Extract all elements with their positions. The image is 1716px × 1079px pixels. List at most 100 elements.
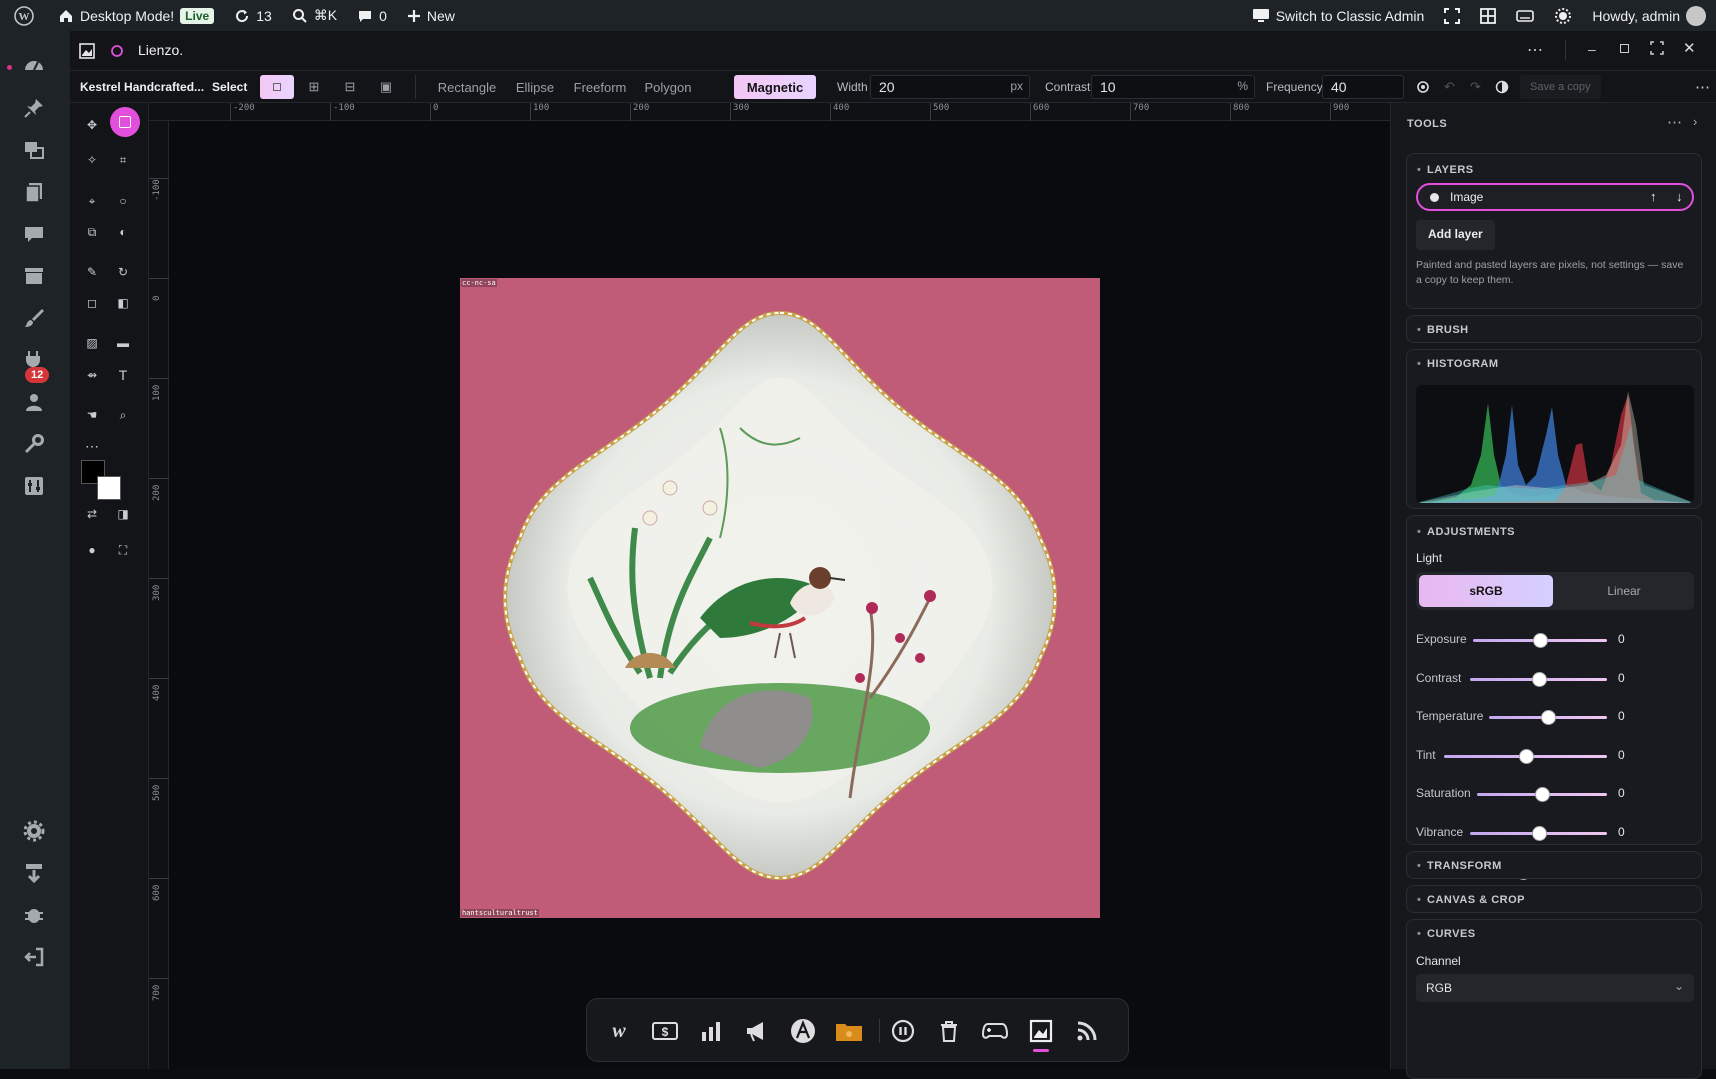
toolbar-more-icon[interactable]: ⋯	[1695, 71, 1710, 103]
fill-icon[interactable]: ◧	[112, 292, 134, 314]
pause-app-icon[interactable]	[889, 1017, 917, 1045]
files-app-icon[interactable]	[835, 1017, 863, 1045]
layers-header[interactable]: LAYERS	[1417, 164, 1474, 176]
keyboard-toggle[interactable]	[1506, 0, 1544, 31]
eyedropper-icon[interactable]: ⌖	[81, 190, 103, 212]
close-icon[interactable]: ✕	[1683, 39, 1696, 57]
crop-tool-icon[interactable]: ⌗	[112, 149, 134, 171]
reset-target-icon[interactable]	[1416, 71, 1430, 103]
slider-knob[interactable]	[1533, 633, 1548, 648]
quick-mask-icon[interactable]: ●	[81, 539, 103, 561]
site-name-link[interactable]: Desktop Mode! Live	[48, 0, 224, 31]
w-app-icon[interactable]: w	[605, 1017, 633, 1045]
light-option-srgb[interactable]: sRGB	[1419, 575, 1553, 607]
mode-polygon[interactable]: Polygon	[640, 75, 696, 99]
minimize-icon[interactable]: –	[1588, 41, 1596, 57]
panel-collapse-icon[interactable]: ›	[1693, 114, 1697, 129]
dodge-burn-icon[interactable]: ◐	[112, 221, 134, 243]
channel-select[interactable]: RGB ⌄	[1416, 974, 1694, 1002]
pin-icon[interactable]	[21, 95, 47, 121]
settings-sliders-icon[interactable]	[21, 473, 47, 499]
transform-section[interactable]: TRANSFORM	[1406, 851, 1702, 879]
billing-app-icon[interactable]: $	[651, 1017, 679, 1045]
mode-magnetic[interactable]: Magnetic	[734, 75, 816, 99]
zoom-tool-icon[interactable]: ⌕	[112, 404, 134, 426]
smudge-icon[interactable]: ⇴	[81, 364, 103, 386]
astro-app-icon[interactable]	[789, 1017, 817, 1045]
pages-icon[interactable]	[21, 179, 47, 205]
mode-rectangle[interactable]: Rectangle	[432, 75, 502, 99]
exit-icon[interactable]	[21, 944, 47, 970]
download-icon[interactable]	[21, 860, 47, 886]
slider-knob[interactable]	[1518, 749, 1534, 764]
users-icon[interactable]	[21, 389, 47, 415]
analytics-app-icon[interactable]	[697, 1017, 725, 1045]
slider-exposure[interactable]: Exposure 0	[1416, 630, 1696, 650]
selection-add-button[interactable]: ⊞	[298, 75, 330, 99]
contrast-input[interactable]: 10%	[1091, 75, 1255, 99]
slider-tint[interactable]: Tint 0	[1416, 746, 1696, 766]
canvas-crop-section[interactable]: CANVAS & CROP	[1406, 885, 1702, 913]
pattern-icon[interactable]: ▨	[81, 332, 103, 354]
curves-header[interactable]: CURVES	[1417, 928, 1476, 940]
screen-mode-icon[interactable]: ⛶	[112, 539, 134, 561]
redo-icon[interactable]: ↷	[1470, 71, 1481, 103]
bug-icon[interactable]	[21, 902, 47, 928]
panel-more-icon[interactable]: ⋯	[1667, 113, 1682, 131]
grid-toggle[interactable]	[1470, 0, 1506, 31]
slider-saturation[interactable]: Saturation 0	[1416, 784, 1696, 804]
media-icon[interactable]	[21, 137, 47, 163]
clone-stamp-icon[interactable]: ⧉	[81, 221, 103, 243]
swap-colors-icon[interactable]: ⇄	[81, 503, 103, 525]
comments-nav-icon[interactable]	[21, 221, 47, 247]
archive-icon[interactable]	[21, 263, 47, 289]
gradient-icon[interactable]: ▬	[112, 332, 134, 354]
width-input[interactable]: 20 px	[870, 75, 1030, 99]
search-link[interactable]: ⌘K	[282, 0, 347, 31]
dashboard-icon[interactable]	[21, 53, 47, 79]
hand-tool-icon[interactable]: ☚	[81, 404, 103, 426]
undo-icon[interactable]: ↶	[1444, 71, 1455, 103]
contrast-toggle-icon[interactable]	[1495, 71, 1509, 103]
paintbrush-icon[interactable]	[21, 305, 47, 331]
layer-row-image[interactable]: Image ↑ ↓	[1416, 183, 1694, 211]
slider-knob[interactable]	[1541, 710, 1556, 725]
settings-gear-icon[interactable]	[21, 818, 47, 844]
fullscreen-toggle[interactable]	[1434, 0, 1470, 31]
mode-freeform[interactable]: Freeform	[569, 75, 631, 99]
save-copy-button[interactable]: Save a copy	[1520, 75, 1601, 99]
new-content-link[interactable]: New	[397, 0, 465, 31]
histogram-header[interactable]: HISTOGRAM	[1417, 358, 1499, 370]
slider-knob[interactable]	[1531, 672, 1547, 687]
slider-temperature[interactable]: Temperature 0	[1416, 707, 1696, 727]
more-tools-icon[interactable]: ⋯	[81, 435, 103, 457]
selection-new-button[interactable]	[260, 75, 294, 99]
image-editor-app-icon[interactable]	[1027, 1017, 1055, 1045]
marquee-tool-icon[interactable]	[110, 107, 140, 137]
lasso-icon[interactable]: ○	[112, 190, 134, 212]
gamepad-app-icon[interactable]	[981, 1017, 1009, 1045]
layer-move-down-icon[interactable]: ↓	[1676, 189, 1683, 204]
add-layer-button[interactable]: Add layer	[1416, 220, 1495, 250]
slider-vibrance[interactable]: Vibrance 0	[1416, 823, 1696, 843]
move-tool-icon[interactable]: ✥	[81, 114, 103, 136]
eraser-icon[interactable]: ◻	[81, 292, 103, 314]
text-tool-icon[interactable]: T	[112, 364, 134, 386]
window-more-icon[interactable]: ⋯	[1527, 40, 1543, 60]
megaphone-app-icon[interactable]	[743, 1017, 771, 1045]
layer-move-up-icon[interactable]: ↑	[1650, 189, 1657, 204]
theme-toggle[interactable]	[1544, 0, 1582, 31]
default-colors-icon[interactable]: ◨	[112, 503, 134, 525]
brush-section[interactable]: BRUSH	[1406, 315, 1702, 343]
rss-app-icon[interactable]	[1073, 1017, 1101, 1045]
canvas-image[interactable]: cc-nc-sa hantsculturaltrust	[460, 278, 1100, 918]
adjustments-header[interactable]: ADJUSTMENTS	[1417, 526, 1515, 538]
mode-ellipse[interactable]: Ellipse	[510, 75, 560, 99]
selection-intersect-button[interactable]: ▣	[370, 75, 402, 99]
restore-icon[interactable]	[1620, 44, 1629, 53]
frequency-input[interactable]: 40	[1322, 75, 1404, 99]
maximize-icon[interactable]	[1650, 41, 1664, 55]
slider-contrast[interactable]: Contrast 0	[1416, 669, 1696, 689]
switch-classic-admin-link[interactable]: Switch to Classic Admin	[1242, 0, 1435, 31]
selection-subtract-button[interactable]: ⊟	[334, 75, 366, 99]
